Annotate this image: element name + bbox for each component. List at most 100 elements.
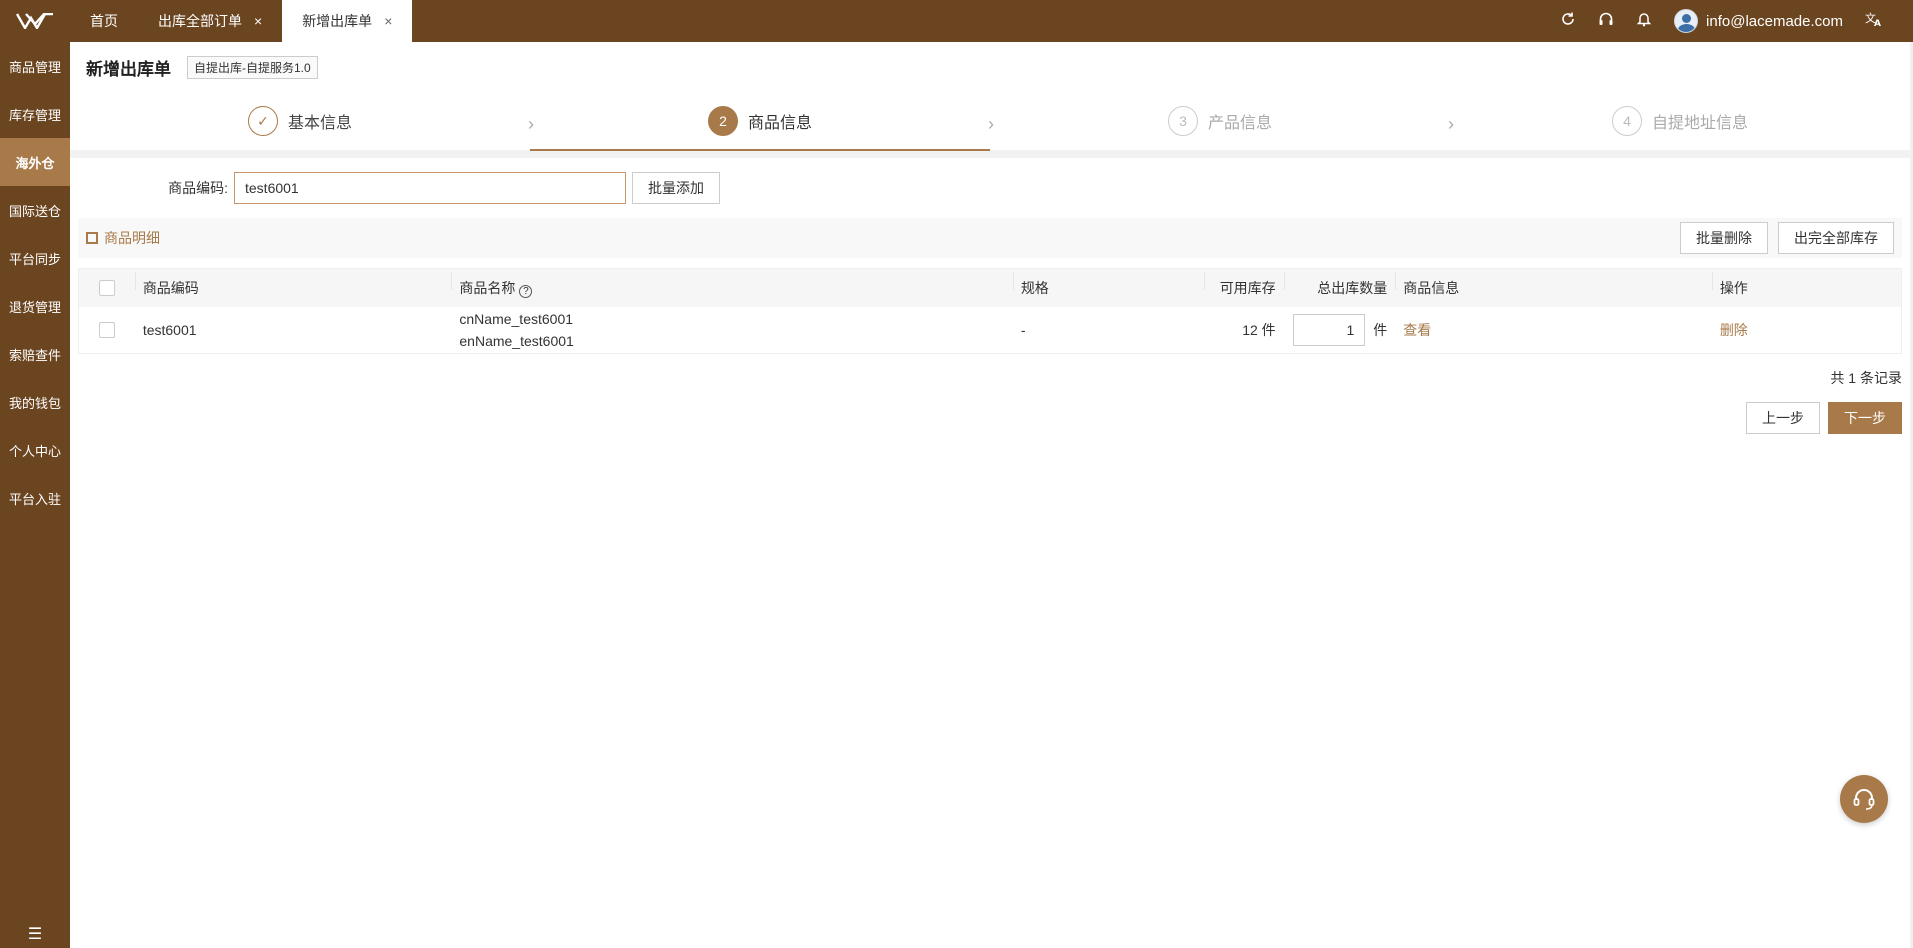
quantity-input[interactable] bbox=[1293, 314, 1366, 346]
header-name: 商品名称? bbox=[451, 272, 1012, 298]
header-qty: 总出库数量 bbox=[1283, 272, 1396, 298]
sidebar-item-international-delivery[interactable]: 国际送仓 bbox=[0, 186, 70, 234]
cn-name: cnName_test6001 bbox=[459, 311, 574, 327]
next-step-button[interactable]: 下一步 bbox=[1828, 402, 1902, 434]
cell-name: cnName_test6001 enName_test6001 bbox=[451, 308, 1012, 352]
tab-label: 出库全部订单 bbox=[158, 13, 242, 29]
close-icon[interactable]: × bbox=[384, 13, 392, 29]
step-product-info[interactable]: 2 商品信息 › bbox=[530, 92, 994, 151]
sidebar-item-label: 个人中心 bbox=[8, 443, 61, 459]
steps-bar: ✓ 基本信息 › 2 商品信息 › 3 产品信息 › 4 自提地址信息 bbox=[70, 92, 1910, 158]
sidebar-item-platform-sync[interactable]: 平台同步 bbox=[0, 234, 70, 282]
sidebar-item-label: 我的钱包 bbox=[8, 395, 61, 411]
tab-outbound-orders[interactable]: 出库全部订单 × bbox=[138, 0, 282, 42]
row-checkbox-cell bbox=[79, 322, 135, 338]
clear-all-stock-button[interactable]: 出完全部库存 bbox=[1778, 222, 1894, 254]
refresh-icon[interactable] bbox=[1560, 11, 1576, 32]
headset-icon[interactable] bbox=[1598, 11, 1614, 32]
svg-text:A: A bbox=[1874, 19, 1881, 27]
top-bar: 首页 出库全部订单 × 新增出库单 × info@lacemade.com 文A bbox=[70, 0, 1913, 42]
step-label: 产品信息 bbox=[1207, 115, 1272, 132]
en-name: enName_test6001 bbox=[459, 333, 574, 349]
detail-title-text: 商品明细 bbox=[104, 230, 160, 246]
detail-header: 商品明细 批量删除 出完全部库存 bbox=[78, 218, 1902, 258]
sidebar-item-label: 退货管理 bbox=[8, 299, 61, 315]
cell-info: 查看 bbox=[1395, 320, 1712, 340]
header-stock: 可用库存 bbox=[1203, 272, 1284, 298]
search-row: 商品编码: 批量添加 bbox=[70, 158, 1910, 218]
check-icon: ✓ bbox=[247, 106, 278, 136]
step-basic-info[interactable]: ✓ 基本信息 › bbox=[70, 92, 534, 150]
cell-qty: 件 bbox=[1284, 314, 1396, 346]
header-code: 商品编码 bbox=[134, 272, 452, 298]
sidebar-item-returns[interactable]: 退货管理 bbox=[0, 282, 70, 330]
sidebar-item-personal-center[interactable]: 个人中心 bbox=[0, 426, 70, 474]
cell-code: test6001 bbox=[142, 322, 197, 338]
sidebar-item-product[interactable]: 商品管理 bbox=[0, 42, 70, 90]
header-spec: 规格 bbox=[1012, 272, 1204, 298]
tab-new-outbound[interactable]: 新增出库单 × bbox=[282, 0, 413, 42]
list-icon bbox=[86, 232, 98, 244]
table-row: test6001 cnName_test6001 enName_test6001… bbox=[79, 307, 1901, 353]
close-icon[interactable]: × bbox=[254, 13, 262, 29]
topbar-actions: info@lacemade.com 文A bbox=[1560, 0, 1883, 42]
sidebar: 商品管理 库存管理 海外仓 国际送仓 平台同步 退货管理 索赔查件 我的钱包 个… bbox=[0, 0, 70, 948]
footer-buttons: 上一步 下一步 bbox=[70, 402, 1910, 434]
delete-link[interactable]: 删除 bbox=[1720, 322, 1748, 338]
logo-mark-icon bbox=[16, 13, 53, 29]
step-pickup-address[interactable]: 4 自提地址信息 bbox=[1450, 92, 1910, 150]
cell-stock: 12 件 bbox=[1242, 322, 1276, 338]
help-icon[interactable]: ? bbox=[519, 285, 533, 298]
brand-logo[interactable] bbox=[0, 0, 70, 42]
select-all-checkbox[interactable] bbox=[98, 280, 115, 296]
step-item-info[interactable]: 3 产品信息 › bbox=[990, 92, 1454, 150]
main-content: 新增出库单 自提出库-自提服务1.0 ✓ 基本信息 › 2 商品信息 › 3 产… bbox=[70, 42, 1910, 948]
qty-wrap: 件 bbox=[1292, 314, 1387, 346]
sidebar-item-overseas-warehouse[interactable]: 海外仓 bbox=[0, 138, 70, 186]
bell-icon[interactable] bbox=[1636, 11, 1652, 32]
customer-support-icon[interactable] bbox=[1840, 775, 1888, 823]
product-table: 商品编码 商品名称? 规格 可用库存 总出库数量 商品信息 操作 test600… bbox=[78, 268, 1902, 354]
service-tag: 自提出库-自提服务1.0 bbox=[187, 55, 318, 79]
header-op: 操作 bbox=[1711, 272, 1901, 298]
product-code-input[interactable] bbox=[234, 172, 626, 204]
sidebar-item-label: 国际送仓 bbox=[8, 203, 61, 219]
sidebar-item-label: 商品管理 bbox=[8, 59, 61, 75]
sidebar-item-platform-onboarding[interactable]: 平台入驻 bbox=[0, 474, 70, 522]
tab-label: 首页 bbox=[90, 13, 118, 29]
sidebar-item-wallet[interactable]: 我的钱包 bbox=[0, 378, 70, 426]
sidebar-item-label: 平台入驻 bbox=[8, 491, 61, 507]
header-checkbox-cell bbox=[79, 280, 135, 296]
table-header: 商品编码 商品名称? 规格 可用库存 总出库数量 商品信息 操作 bbox=[79, 269, 1901, 307]
total-records: 共 1 条记录 bbox=[1830, 370, 1902, 386]
menu-fold-icon[interactable]: ☰ bbox=[0, 924, 70, 944]
user-menu[interactable]: info@lacemade.com bbox=[1674, 9, 1843, 33]
step-number: 3 bbox=[1167, 106, 1198, 136]
avatar bbox=[1674, 9, 1699, 33]
step-number: 4 bbox=[1611, 106, 1642, 136]
product-code-label: 商品编码: bbox=[168, 180, 228, 196]
user-email: info@lacemade.com bbox=[1706, 12, 1843, 30]
step-label: 商品信息 bbox=[747, 115, 812, 132]
page-header: 新增出库单 自提出库-自提服务1.0 bbox=[70, 42, 1910, 92]
step-number: 2 bbox=[707, 106, 738, 136]
detail-actions: 批量删除 出完全部库存 bbox=[1680, 222, 1894, 254]
translate-icon[interactable]: 文A bbox=[1865, 11, 1883, 32]
step-label: 基本信息 bbox=[287, 115, 352, 132]
cell-spec: - bbox=[1020, 322, 1026, 338]
batch-add-button[interactable]: 批量添加 bbox=[632, 172, 720, 204]
sidebar-item-inventory[interactable]: 库存管理 bbox=[0, 90, 70, 138]
view-link[interactable]: 查看 bbox=[1403, 322, 1431, 338]
cell-op: 删除 bbox=[1712, 320, 1901, 340]
sidebar-item-label: 索赔查件 bbox=[8, 347, 61, 363]
step-label: 自提地址信息 bbox=[1651, 115, 1748, 132]
header-name-text: 商品名称 bbox=[459, 280, 516, 296]
page-title: 新增出库单 bbox=[86, 59, 171, 79]
row-checkbox[interactable] bbox=[98, 322, 115, 338]
detail-title: 商品明细 bbox=[86, 228, 160, 248]
batch-delete-button[interactable]: 批量删除 bbox=[1680, 222, 1768, 254]
sidebar-item-claims[interactable]: 索赔查件 bbox=[0, 330, 70, 378]
tab-home[interactable]: 首页 bbox=[70, 0, 138, 42]
sidebar-item-label: 库存管理 bbox=[8, 107, 61, 123]
prev-step-button[interactable]: 上一步 bbox=[1746, 402, 1820, 434]
